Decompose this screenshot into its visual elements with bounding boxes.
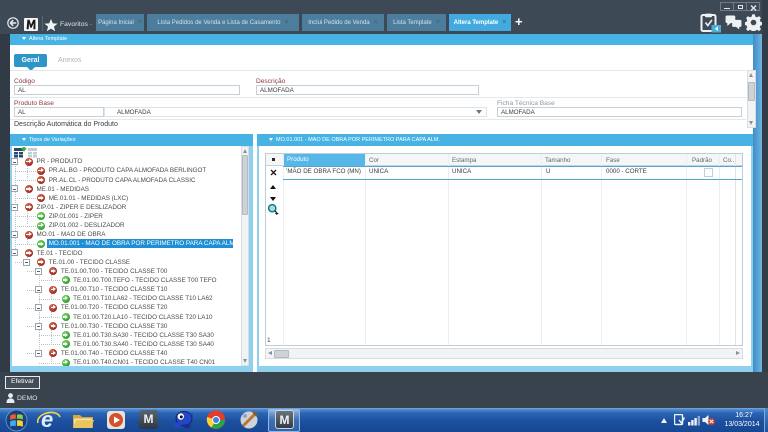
svg-text:e: e <box>41 408 53 432</box>
